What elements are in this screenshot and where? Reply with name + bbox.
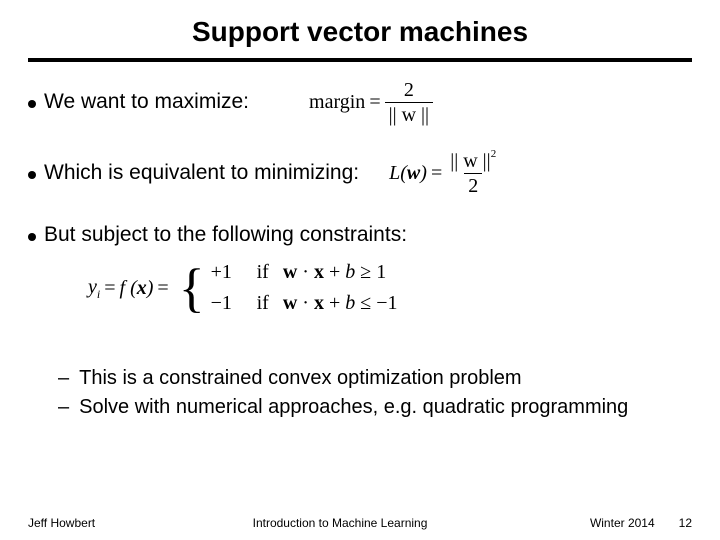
eq-loss-frac: || w ||2 2 — [446, 151, 500, 196]
slide-body: We want to maximize: margin = 2 || w || … — [28, 80, 692, 510]
footer-author: Jeff Howbert — [28, 516, 118, 530]
case-1-cond: w · x + b ≥ 1 — [283, 260, 386, 285]
eq-margin-num: 2 — [400, 80, 418, 102]
bullet-3: But subject to the following constraints… — [28, 222, 692, 248]
slide: Support vector machines We want to maxim… — [0, 0, 720, 540]
eq-equals-4: = — [157, 276, 168, 301]
eq-margin-lhs: margin — [309, 90, 365, 115]
case-2-if: if — [257, 291, 269, 316]
equation-piecewise-wrap: yi = f (x) = { +1 if w · x + b ≥ 1 −1 — [88, 260, 692, 316]
bullet-dot-icon — [28, 171, 36, 179]
equation-piecewise: yi = f (x) = { +1 if w · x + b ≥ 1 −1 — [88, 260, 398, 316]
eq-margin-den: || w || — [385, 102, 433, 125]
bullet-dot-icon — [28, 100, 36, 108]
sub-bullet-2-text: Solve with numerical approaches, e.g. qu… — [79, 395, 628, 420]
bullet-row-2: Which is equivalent to minimizing: L(w) … — [28, 151, 692, 196]
piecewise-brace: { +1 if w · x + b ≥ 1 −1 if w · x + b ≤ … — [179, 260, 398, 316]
bullet-row-1: We want to maximize: margin = 2 || w || — [28, 80, 692, 125]
eq-equals-2: = — [431, 161, 442, 186]
eq-loss-den: 2 — [464, 173, 482, 196]
sub-bullets: – This is a constrained convex optimizat… — [58, 366, 692, 420]
eq-margin-frac: 2 || w || — [385, 80, 433, 125]
case-2-val: −1 — [211, 291, 243, 316]
sub-bullet-2: – Solve with numerical approaches, e.g. … — [58, 395, 692, 420]
eq-fx: f (x) — [120, 276, 154, 301]
eq-equals: = — [369, 90, 380, 115]
equation-margin: margin = 2 || w || — [309, 80, 433, 125]
footer-course: Introduction to Machine Learning — [118, 516, 562, 530]
bullet-1-text: We want to maximize: — [44, 89, 249, 115]
bullet-1: We want to maximize: — [28, 89, 249, 115]
sub-bullet-1: – This is a constrained convex optimizat… — [58, 366, 692, 391]
case-2-cond: w · x + b ≤ −1 — [283, 291, 398, 316]
case-1-if: if — [257, 260, 269, 285]
brace-icon: { — [179, 267, 205, 310]
bullet-2: Which is equivalent to minimizing: — [28, 160, 359, 186]
bullet-2-text: Which is equivalent to minimizing: — [44, 160, 359, 186]
case-1-val: +1 — [211, 260, 243, 285]
bullet-3-text: But subject to the following constraints… — [44, 222, 407, 248]
equation-loss: L(w) = || w ||2 2 — [389, 151, 500, 196]
eq-L-lhs: L(w) — [389, 161, 427, 186]
eq-equals-3: = — [104, 276, 115, 301]
title-rule — [28, 58, 692, 62]
footer-term: Winter 2014 — [590, 516, 655, 530]
dash-icon: – — [58, 395, 69, 420]
slide-footer: Jeff Howbert Introduction to Machine Lea… — [28, 510, 692, 530]
bullet-dot-icon — [28, 233, 36, 241]
case-1: +1 if w · x + b ≥ 1 — [211, 260, 398, 285]
eq-loss-num: || w ||2 — [446, 151, 500, 173]
case-2: −1 if w · x + b ≤ −1 — [211, 291, 398, 316]
eq-yi: yi — [88, 275, 100, 302]
sub-bullet-1-text: This is a constrained convex optimizatio… — [79, 366, 521, 391]
footer-page-number: 12 — [679, 516, 692, 530]
dash-icon: – — [58, 366, 69, 391]
slide-title: Support vector machines — [28, 16, 692, 48]
piecewise-cases: +1 if w · x + b ≥ 1 −1 if w · x + b ≤ −1 — [211, 260, 398, 316]
